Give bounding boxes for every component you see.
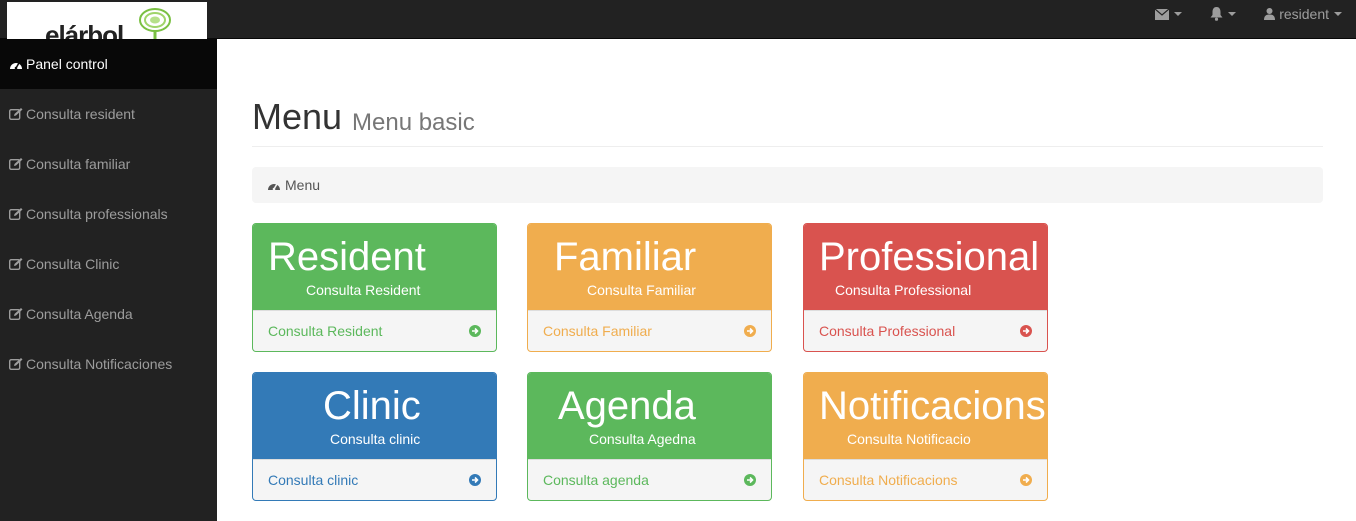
panel-subtitle: Consulta Familiar bbox=[587, 282, 696, 298]
sidebar-item-consulta-resident[interactable]: Consulta resident bbox=[0, 89, 217, 139]
edit-icon bbox=[9, 308, 23, 320]
page-header: Menu Menu basic bbox=[252, 97, 1323, 147]
panel-link-notificacions[interactable]: Consulta Notificacions bbox=[804, 459, 1047, 500]
edit-icon bbox=[9, 258, 23, 270]
panel-link-label: Consulta agenda bbox=[543, 472, 649, 488]
panel-title: Professional bbox=[819, 235, 1040, 279]
edit-icon bbox=[9, 208, 23, 220]
panel-link-resident[interactable]: Consulta Resident bbox=[253, 310, 496, 351]
panel-notificacions: Notificacions Consulta Notificacio Consu… bbox=[803, 372, 1048, 501]
brand-logo[interactable]: elárbol bbox=[7, 2, 207, 39]
sidebar-item-consulta-clinic[interactable]: Consulta Clinic bbox=[0, 239, 217, 289]
sidebar-item-label: Consulta Clinic bbox=[26, 256, 120, 272]
sidebar: Panel control Consulta resident Consulta… bbox=[0, 39, 217, 521]
panel-link-label: Consulta Familiar bbox=[543, 323, 652, 339]
bell-icon bbox=[1210, 7, 1223, 21]
dashboard-icon bbox=[10, 62, 22, 69]
panel-link-label: Consulta Resident bbox=[268, 323, 383, 339]
arrow-circle-right-icon bbox=[1020, 325, 1032, 337]
sidebar-item-consulta-familiar[interactable]: Consulta familiar bbox=[0, 139, 217, 189]
panel-resident: Resident Consulta Resident Consulta Resi… bbox=[252, 223, 497, 352]
sidebar-item-label: Consulta Agenda bbox=[26, 306, 133, 322]
edit-icon bbox=[9, 358, 23, 370]
panel-title: Resident bbox=[268, 235, 426, 279]
top-navbar: elárbol resident bbox=[0, 0, 1356, 39]
page-title: Menu bbox=[252, 96, 343, 137]
edit-icon bbox=[9, 108, 23, 120]
sidebar-item-label: Consulta Notificaciones bbox=[26, 356, 173, 372]
panel-link-label: Consulta clinic bbox=[268, 472, 359, 488]
envelope-icon bbox=[1155, 8, 1170, 20]
arrow-circle-right-icon bbox=[744, 474, 756, 486]
logo-text: elárbol bbox=[45, 20, 124, 39]
panel-link-label: Consulta Professional bbox=[819, 323, 956, 339]
arrow-circle-right-icon bbox=[744, 325, 756, 337]
panel-link-clinic[interactable]: Consulta clinic bbox=[253, 459, 496, 500]
arrow-circle-right-icon bbox=[1020, 474, 1032, 486]
user-dropdown[interactable]: resident bbox=[1250, 0, 1356, 28]
panel-subtitle: Consulta Professional bbox=[835, 282, 972, 298]
sidebar-item-panel-control[interactable]: Panel control bbox=[0, 39, 217, 89]
panel-title: Familiar bbox=[554, 235, 697, 279]
breadcrumb: Menu bbox=[252, 167, 1323, 203]
panel-link-familiar[interactable]: Consulta Familiar bbox=[528, 310, 771, 351]
panel-subtitle: Consulta Notificacio bbox=[847, 431, 971, 447]
sidebar-item-consulta-professionals[interactable]: Consulta professionals bbox=[0, 189, 217, 239]
panel-title: Agenda bbox=[558, 384, 696, 428]
user-icon bbox=[1264, 8, 1276, 20]
arrow-circle-right-icon bbox=[469, 325, 481, 337]
dashboard-icon bbox=[268, 183, 280, 190]
sidebar-item-label: Consulta familiar bbox=[26, 156, 131, 172]
caret-down-icon bbox=[1174, 12, 1183, 16]
panel-subtitle: Consulta clinic bbox=[330, 431, 421, 447]
tree-icon bbox=[139, 8, 171, 39]
panel-agenda: Agenda Consulta Agedna Consulta agenda bbox=[527, 372, 772, 501]
panel-title: Notificacions bbox=[819, 384, 1046, 428]
edit-icon bbox=[9, 158, 23, 170]
panel-professional: Professional Consulta Professional Consu… bbox=[803, 223, 1048, 352]
caret-down-icon bbox=[1228, 12, 1237, 16]
panel-link-professional[interactable]: Consulta Professional bbox=[804, 310, 1047, 351]
panel-subtitle: Consulta Resident bbox=[306, 282, 421, 298]
arrow-circle-right-icon bbox=[469, 474, 481, 486]
sidebar-item-consulta-agenda[interactable]: Consulta Agenda bbox=[0, 289, 217, 339]
sidebar-item-label: Consulta professionals bbox=[26, 206, 168, 222]
messages-dropdown[interactable] bbox=[1141, 0, 1196, 28]
panel-link-agenda[interactable]: Consulta agenda bbox=[528, 459, 771, 500]
breadcrumb-label: Menu bbox=[285, 177, 321, 193]
caret-down-icon bbox=[1334, 12, 1342, 16]
panel-subtitle: Consulta Agedna bbox=[589, 431, 696, 447]
alerts-dropdown[interactable] bbox=[1196, 0, 1250, 28]
panel-familiar: Familiar Consulta Familiar Consulta Fami… bbox=[527, 223, 772, 352]
panel-clinic: Clinic Consulta clinic Consulta clinic bbox=[252, 372, 497, 501]
sidebar-item-label: Panel control bbox=[26, 56, 108, 72]
sidebar-item-consulta-notificaciones[interactable]: Consulta Notificaciones bbox=[0, 339, 217, 389]
panel-title: Clinic bbox=[323, 384, 421, 428]
sidebar-item-label: Consulta resident bbox=[26, 106, 135, 122]
page-subtitle: Menu basic bbox=[352, 109, 475, 136]
user-name: resident bbox=[1279, 6, 1329, 22]
panel-link-label: Consulta Notificacions bbox=[819, 472, 958, 488]
